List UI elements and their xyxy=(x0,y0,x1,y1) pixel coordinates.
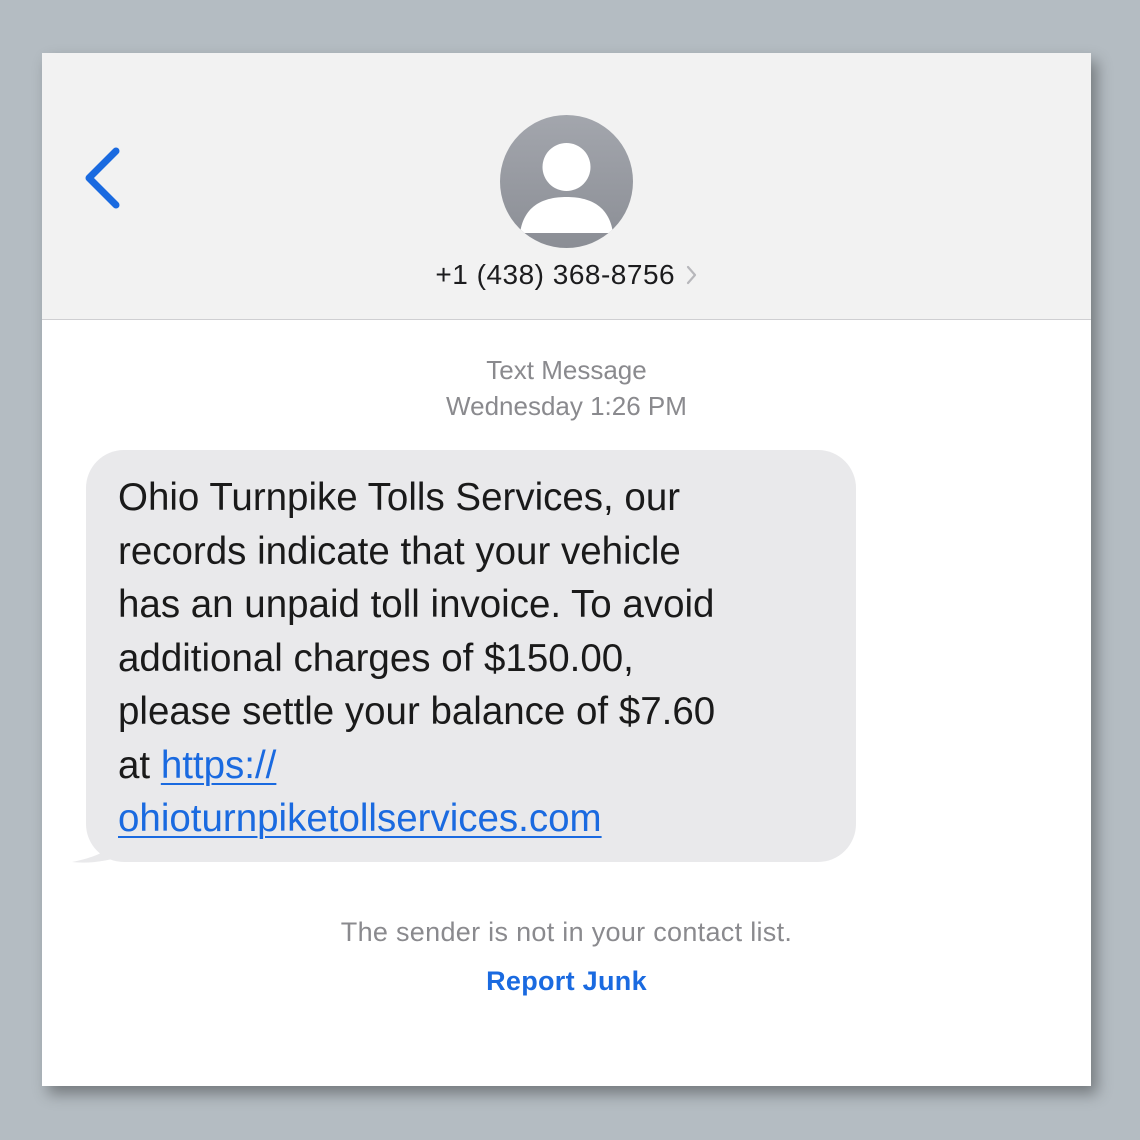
report-junk-row: Report Junk xyxy=(42,966,1091,997)
contact-phone-number: +1 (438) 368-8756 xyxy=(435,259,676,290)
message-link[interactable]: https:// xyxy=(161,744,277,787)
message-link-continued[interactable]: ohioturnpiketollservices.com xyxy=(118,797,602,840)
contact-details-link[interactable]: +1 (438) 368-8756 xyxy=(42,259,1091,299)
message-line: Ohio Turnpike Tolls Services, our xyxy=(118,476,681,519)
messages-screen: +1 (438) 368-8756 Text Message Wednesday… xyxy=(42,53,1091,1086)
back-button[interactable] xyxy=(80,145,130,211)
message-line-with-link: at https:// xyxy=(118,739,858,793)
chevron-right-icon xyxy=(686,265,696,285)
message-line-link: ohioturnpiketollservices.com xyxy=(118,792,858,846)
report-junk-button[interactable]: Report Junk xyxy=(486,966,647,996)
message-text: Ohio Turnpike Tolls Services, our record… xyxy=(118,471,858,846)
message-line: additional charges of $150.00, xyxy=(118,636,634,680)
chevron-left-icon xyxy=(85,147,120,209)
person-icon xyxy=(520,143,613,233)
message-line: please settle your balance of $7.60 xyxy=(118,690,716,733)
conversation-header: +1 (438) 368-8756 xyxy=(42,53,1091,320)
avatar[interactable] xyxy=(500,115,633,248)
unknown-sender-notice: The sender is not in your contact list. xyxy=(340,917,793,947)
message-line: records indicate that your vehicle xyxy=(118,529,681,573)
message-line: at xyxy=(118,743,161,787)
message-timestamp: Wednesday 1:26 PM xyxy=(446,391,687,421)
message-line: has an unpaid toll invoice. To avoid xyxy=(118,583,715,626)
message-type-label: Text Message xyxy=(486,355,647,385)
